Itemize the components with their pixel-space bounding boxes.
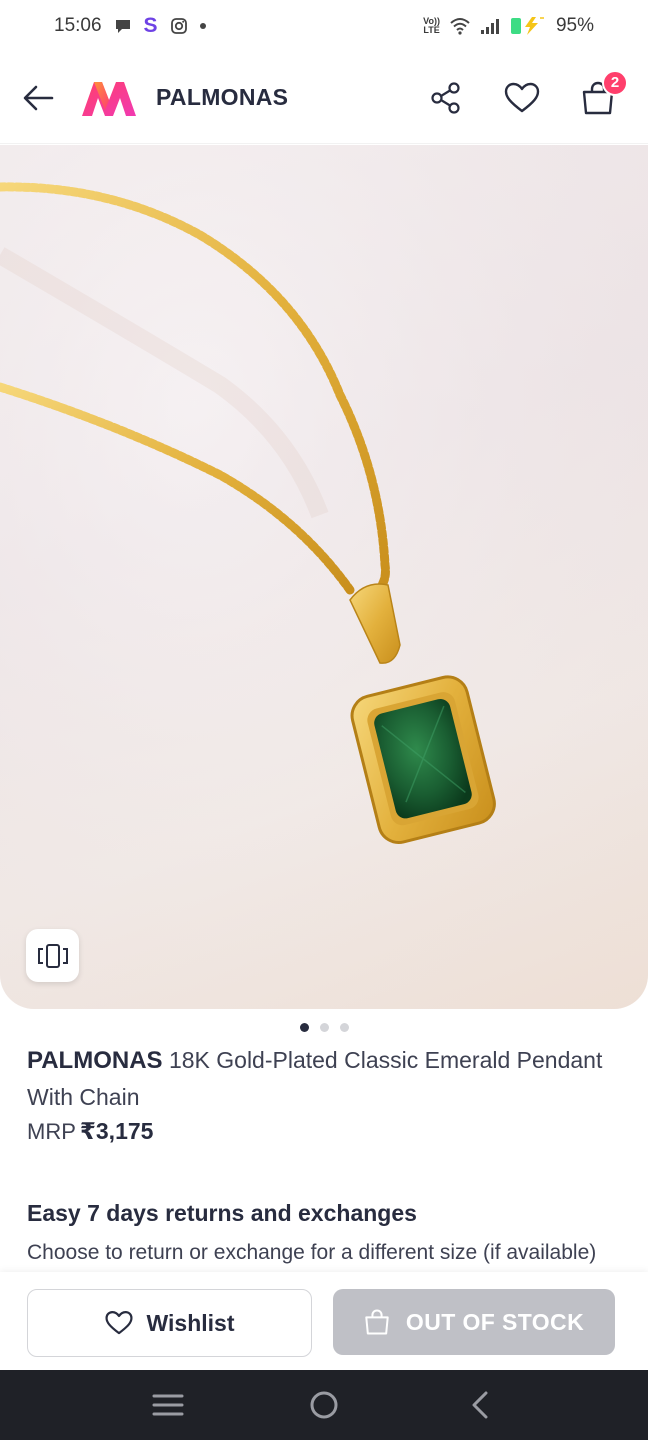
wishlist-label: Wishlist: [146, 1309, 235, 1336]
shopping-bag-icon: [365, 1309, 389, 1335]
out-of-stock-label: OUT OF STOCK: [405, 1308, 585, 1335]
instagram-icon: [170, 17, 188, 35]
returns-description: Choose to return or exchange for a diffe…: [27, 1241, 597, 1264]
status-left: 15:06 S: [54, 14, 206, 38]
view-similar-icon: [37, 943, 68, 968]
battery-icon: [510, 16, 546, 36]
chat-notification-icon: [114, 17, 132, 35]
product-title: PALMONAS 18K Gold-Plated Classic Emerald…: [27, 1042, 627, 1115]
signal-icon: [480, 17, 500, 35]
price-amount: ₹3,175: [79, 1118, 154, 1144]
status-right: Vo)) LTE 95%: [423, 15, 594, 37]
bag-button[interactable]: 2: [578, 69, 628, 118]
price-row: MRP ₹3,175: [27, 1118, 153, 1145]
arrow-left-icon: [23, 85, 54, 110]
home-button[interactable]: [299, 1380, 349, 1430]
more-notifications-icon: [199, 23, 206, 29]
system-back-button[interactable]: [455, 1380, 505, 1430]
wishlist-button[interactable]: Wishlist: [27, 1289, 312, 1357]
cart-count-badge: 2: [602, 69, 628, 96]
header-actions: 2: [426, 69, 630, 118]
home-circle-icon: [310, 1391, 338, 1419]
battery-percent: 95%: [555, 15, 594, 36]
chevron-left-icon: [472, 1391, 488, 1419]
returns-title: Easy 7 days returns and exchanges: [27, 1200, 417, 1226]
carousel-dot-2[interactable]: [319, 1023, 329, 1032]
product-brand[interactable]: PALMONAS: [27, 1047, 163, 1074]
recent-apps-button[interactable]: [143, 1380, 193, 1430]
heart-icon: [104, 1311, 133, 1335]
action-bar: Wishlist OUT OF STOCK: [0, 1272, 648, 1370]
carousel-dot-3[interactable]: [339, 1023, 349, 1032]
system-nav-bar: [0, 1370, 648, 1440]
volte-icon: Vo)) LTE: [423, 16, 440, 35]
status-time: 15:06: [54, 15, 102, 36]
carousel-dot-1[interactable]: [299, 1023, 309, 1032]
share-button[interactable]: [426, 78, 466, 118]
myntra-logo[interactable]: [80, 78, 138, 118]
wifi-icon: [450, 17, 470, 35]
view-similar-button[interactable]: [26, 929, 79, 982]
share-icon: [431, 81, 460, 114]
necklace-image: [0, 145, 648, 1009]
app-s-icon: S: [143, 14, 158, 37]
wishlist-header-button[interactable]: [502, 78, 542, 118]
product-image[interactable]: [0, 145, 648, 1009]
app-header: PALMONAS 2: [0, 52, 648, 144]
back-button[interactable]: [18, 78, 58, 118]
page-title: PALMONAS: [156, 84, 289, 110]
status-bar: 15:06 S Vo)) LTE 95%: [0, 0, 648, 52]
mrp-label: MRP: [27, 1119, 76, 1144]
out-of-stock-button[interactable]: OUT OF STOCK: [333, 1289, 615, 1355]
image-carousel-dots: [0, 1023, 648, 1032]
heart-icon: [504, 82, 540, 112]
menu-icon: [152, 1394, 184, 1416]
